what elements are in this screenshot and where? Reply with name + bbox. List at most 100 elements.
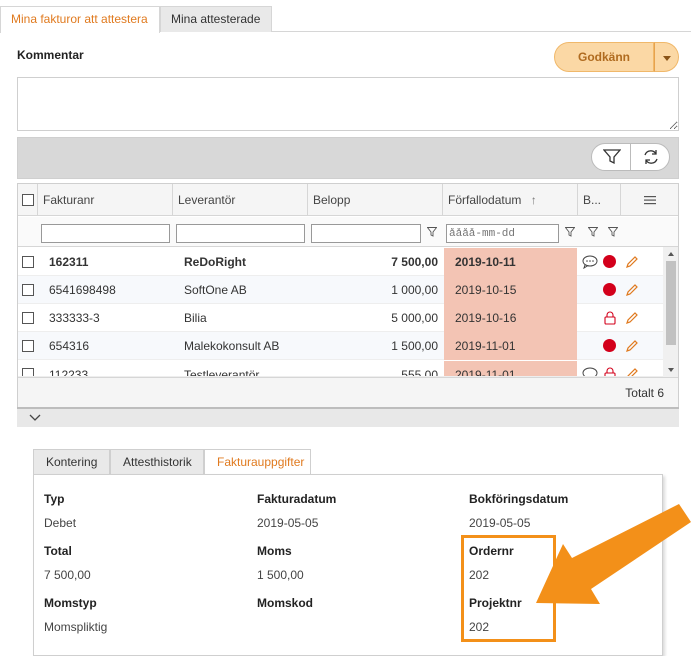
grid-vertical-scrollbar[interactable] (663, 247, 679, 377)
comment-textarea[interactable] (17, 77, 679, 131)
fakturadatum-label: Fakturadatum (257, 492, 337, 506)
filter-forfallodatum-input[interactable] (446, 224, 559, 243)
column-header-belopp[interactable]: Belopp (308, 184, 443, 216)
cell-belopp: 7 500,00 (391, 255, 438, 269)
edit-pencil-icon[interactable] (625, 339, 639, 353)
tab-attesthistorik[interactable]: Attesthistorik (110, 449, 204, 475)
tab-mina-fakturor-att-attestera[interactable]: Mina fakturor att attestera (0, 6, 160, 33)
approve-dropdown-chevron-icon[interactable] (654, 42, 679, 72)
approve-split-button: Godkänn (554, 42, 679, 72)
comment-icon[interactable] (582, 255, 598, 269)
funnel-icon[interactable] (427, 227, 437, 237)
total-label: Total (44, 544, 72, 558)
edit-pencil-icon[interactable] (625, 311, 639, 325)
cell-forfallodatum: 2019-10-15 (444, 276, 577, 304)
select-all-checkbox[interactable] (22, 194, 34, 206)
momskod-label: Momskod (257, 596, 314, 610)
bokforingsdatum-label: Bokföringsdatum (469, 492, 569, 506)
table-row[interactable]: 6541698498 SoftOne AB 1 000,00 2019-10-1… (18, 276, 663, 304)
momstyp-label: Momstyp (44, 596, 97, 610)
row-checkbox[interactable] (22, 256, 34, 268)
collapse-bar[interactable] (17, 407, 679, 427)
refresh-icon (644, 150, 658, 164)
cell-leverantor: ReDoRight (184, 255, 246, 269)
bokforingsdatum-value: 2019-05-05 (469, 516, 531, 530)
cell-belopp: 555,00 (401, 368, 438, 377)
moms-label: Moms (257, 544, 292, 558)
table-row[interactable]: 162311 ReDoRight 7 500,00 2019-10-11 (18, 248, 663, 276)
row-checkbox[interactable] (22, 340, 34, 352)
funnel-icon[interactable] (565, 227, 575, 237)
cell-belopp: 5 000,00 (391, 311, 438, 325)
cell-forfallodatum: 2019-10-16 (444, 304, 577, 332)
invoice-grid: Fakturanr Leverantör Belopp Förfallodatu… (17, 183, 679, 408)
cell-fakturanr: 112233 (49, 368, 89, 377)
refresh-button[interactable] (630, 143, 670, 171)
typ-value: Debet (44, 516, 77, 530)
cell-belopp: 1 500,00 (391, 339, 438, 353)
column-header-leverantor[interactable]: Leverantör (173, 184, 308, 216)
table-row[interactable]: 112233 Testleverantör 555,00 2019-11-01 (18, 360, 663, 377)
filter-button[interactable] (591, 143, 631, 171)
cell-leverantor: Bilia (184, 311, 207, 325)
scrollbar-thumb[interactable] (666, 261, 676, 345)
cell-fakturanr: 6541698498 (49, 283, 116, 297)
callout-highlight-box (461, 535, 556, 642)
cell-fakturanr: 654316 (49, 339, 90, 353)
top-tab-bar: Mina fakturor att attestera Mina atteste… (0, 6, 691, 33)
red-status-icon (603, 283, 616, 296)
grid-footer: Totalt 6 (18, 377, 678, 407)
forfallodatum-header-label: Förfallodatum (448, 193, 522, 207)
typ-label: Typ (44, 492, 65, 506)
cell-forfallodatum: 2019-10-11 (444, 248, 577, 276)
comment-label: Kommentar (17, 48, 84, 62)
grid-filter-row (18, 217, 678, 247)
grid-toolbar (17, 137, 679, 179)
cell-leverantor: SoftOne AB (184, 283, 247, 297)
table-row[interactable]: 333333-3 Bilia 5 000,00 2019-10-16 (18, 304, 663, 332)
edit-pencil-icon[interactable] (625, 283, 639, 297)
cell-belopp: 1 000,00 (391, 283, 438, 297)
filter-leverantor-input[interactable] (176, 224, 305, 243)
red-status-icon (603, 339, 616, 352)
chevron-down-icon[interactable] (29, 413, 41, 423)
comment-icon[interactable] (582, 367, 598, 377)
tab-kontering[interactable]: Kontering (33, 449, 110, 475)
column-menu-cell (621, 184, 663, 216)
select-all-cell (18, 184, 38, 216)
funnel-icon[interactable] (608, 227, 618, 237)
column-header-b[interactable]: B... (578, 184, 621, 216)
momstyp-value: Momspliktig (44, 620, 108, 634)
tab-fakturauppgifter[interactable]: Fakturauppgifter (204, 449, 311, 475)
total-value: 7 500,00 (44, 568, 91, 582)
total-count: Totalt 6 (625, 386, 664, 400)
red-status-icon (603, 255, 616, 268)
approve-button[interactable]: Godkänn (554, 42, 654, 72)
tab-mina-attesterade[interactable]: Mina attesterade (160, 6, 272, 32)
cell-leverantor: Testleverantör (184, 368, 260, 377)
filter-fakturanr-input[interactable] (41, 224, 170, 243)
table-row[interactable]: 654316 Malekokonsult AB 1 500,00 2019-11… (18, 332, 663, 360)
funnel-icon[interactable] (588, 227, 598, 237)
cell-leverantor: Malekokonsult AB (184, 339, 280, 353)
fakturadatum-value: 2019-05-05 (257, 516, 319, 530)
column-header-fakturanr[interactable]: Fakturanr (38, 184, 173, 216)
column-header-forfallodatum[interactable]: Förfallodatum ↑ (443, 184, 578, 216)
menu-icon[interactable] (644, 195, 656, 205)
scroll-up-icon[interactable] (663, 249, 679, 259)
cell-fakturanr: 333333-3 (49, 311, 100, 325)
row-checkbox[interactable] (22, 312, 34, 324)
lock-icon (604, 311, 616, 325)
moms-value: 1 500,00 (257, 568, 304, 582)
edit-pencil-icon[interactable] (625, 367, 639, 377)
edit-pencil-icon[interactable] (625, 255, 639, 269)
scroll-down-icon[interactable] (663, 365, 679, 375)
filter-belopp-input[interactable] (311, 224, 421, 243)
row-checkbox[interactable] (22, 368, 34, 376)
grid-header-row: Fakturanr Leverantör Belopp Förfallodatu… (18, 184, 678, 216)
fakturauppgifter-panel: Typ Debet Fakturadatum 2019-05-05 Bokför… (33, 474, 663, 656)
cell-fakturanr: 162311 (49, 255, 89, 269)
lock-icon (604, 367, 616, 376)
row-checkbox[interactable] (22, 284, 34, 296)
cell-forfallodatum: 2019-11-01 (444, 332, 577, 360)
